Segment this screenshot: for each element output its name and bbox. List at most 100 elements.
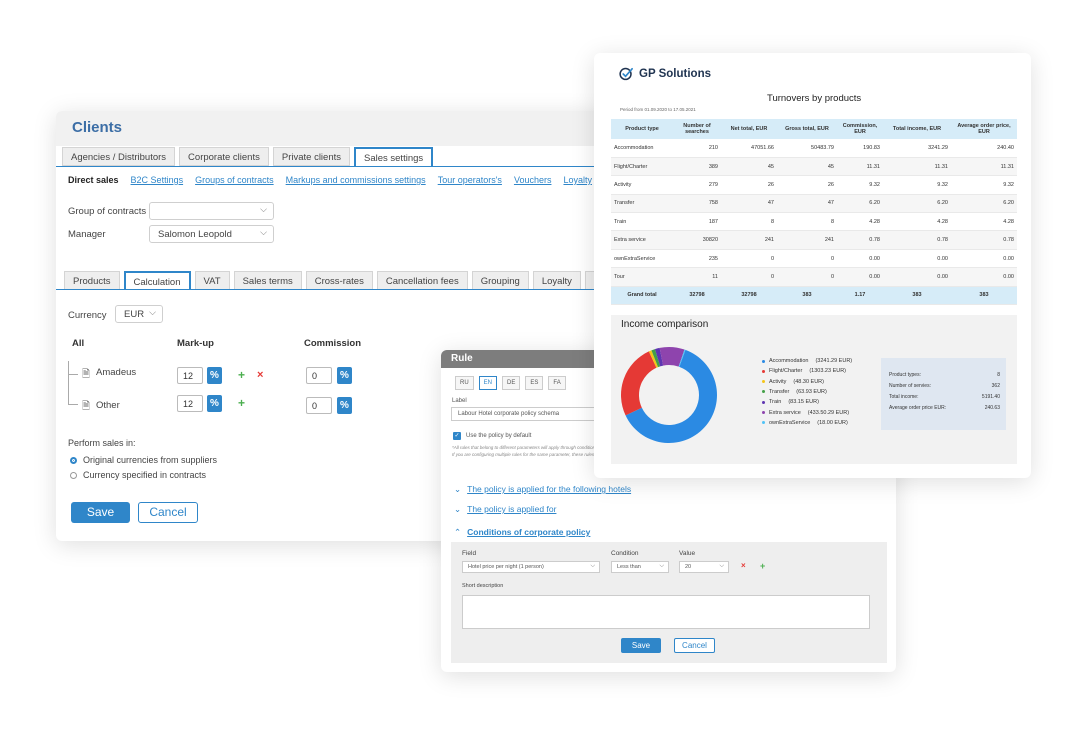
tab-private-clients[interactable]: Private clients xyxy=(272,147,350,166)
table-cell: 47 xyxy=(721,194,777,214)
currency-select[interactable]: EUR ⌵ xyxy=(115,305,163,323)
radio-original-currencies[interactable]: Original currencies from suppliers xyxy=(70,455,217,465)
table-cell: 0.00 xyxy=(951,267,1017,287)
link-b2c-settings[interactable]: B2C Settings xyxy=(131,175,184,185)
link-vouchers[interactable]: Vouchers xyxy=(514,175,552,185)
tab-agencies[interactable]: Agencies / Distributors xyxy=(62,147,176,166)
condition-label: Condition xyxy=(611,550,639,557)
tab-calculation[interactable]: Calculation xyxy=(123,271,191,290)
brand-logo: GP Solutions xyxy=(619,66,711,81)
tab-corporate-clients[interactable]: Corporate clients xyxy=(179,147,269,166)
label-input[interactable]: Labour Hotel corporate policy schema xyxy=(451,407,595,421)
total-cell: Grand total xyxy=(611,286,673,306)
link-tour-operators[interactable]: Tour operators's xyxy=(438,175,502,185)
close-icon[interactable]: × xyxy=(257,369,263,381)
tab-sales-settings[interactable]: Sales settings xyxy=(354,147,434,166)
report-title: Turnovers by products xyxy=(767,93,862,104)
total-cell: 32798 xyxy=(721,286,777,306)
th-gross-total: Gross total, EUR xyxy=(777,119,837,139)
link-loyalty[interactable]: Loyalty xyxy=(563,175,592,185)
table-row: Tour 11 0 0 0.00 0.00 0.00 xyxy=(611,267,1017,287)
income-title: Income comparison xyxy=(621,319,709,330)
close-icon[interactable]: × xyxy=(741,561,746,570)
accordion-hotels[interactable]: ⌄ The policy is applied for the followin… xyxy=(454,484,631,495)
rule-cancel-button[interactable]: Cancel xyxy=(674,638,715,653)
radio-contract-currency[interactable]: Currency specified in contracts xyxy=(70,470,206,480)
link-markups[interactable]: Markups and commissions settings xyxy=(286,175,426,185)
lang-en[interactable]: EN xyxy=(478,376,498,390)
col-markup: Mark-up xyxy=(177,338,214,349)
legend-amount: (63.93 EUR) xyxy=(796,388,827,395)
tab-grouping[interactable]: Grouping xyxy=(471,271,529,290)
summary-row: Product types: 8 xyxy=(889,372,1000,378)
manager-select[interactable]: Salomon Leopold ⌵ xyxy=(149,225,274,243)
tab-cross-rates[interactable]: Cross-rates xyxy=(305,271,373,290)
table-cell: 11.31 xyxy=(837,157,883,177)
table-cell: 26 xyxy=(721,175,777,195)
table-cell: 4.28 xyxy=(883,212,951,232)
lang-fa[interactable]: FA xyxy=(548,376,566,390)
table-cell: 279 xyxy=(673,175,721,195)
legend-amount: (433.50.29 EUR) xyxy=(807,409,850,416)
markup-input[interactable]: 12 xyxy=(177,395,203,412)
plus-icon[interactable]: + xyxy=(238,368,245,382)
default-policy-checkbox[interactable]: ✓ xyxy=(453,432,461,440)
legend-dot-icon xyxy=(762,380,765,384)
col-commission: Commission xyxy=(304,338,362,349)
table-cell: 8 xyxy=(777,212,837,232)
plus-icon[interactable]: + xyxy=(238,396,245,410)
field-select[interactable]: Hotel price per night (1 person) ⌵ xyxy=(462,561,600,573)
cancel-button[interactable]: Cancel xyxy=(138,502,198,523)
tab-products[interactable]: Products xyxy=(64,271,120,290)
link-direct-sales[interactable]: Direct sales xyxy=(68,175,119,185)
tab-loyalty[interactable]: Loyalty xyxy=(532,271,581,290)
chevron-down-icon: ⌵ xyxy=(659,563,664,569)
percent-toggle[interactable]: % xyxy=(207,367,222,384)
total-cell: 1.17 xyxy=(837,286,883,306)
calc-tabs: Products Calculation VAT Sales terms Cro… xyxy=(64,271,616,290)
table-cell: 241 xyxy=(721,230,777,250)
markup-input[interactable]: 12 xyxy=(177,367,203,384)
accordion-applied-for[interactable]: ⌄ The policy is applied for xyxy=(454,504,556,515)
radio-button xyxy=(70,471,77,479)
percent-toggle[interactable]: % xyxy=(207,395,222,412)
legend-item: Extra service (433.50.29 EUR) xyxy=(762,410,849,416)
table-row: Activity 279 26 26 9.32 9.32 9.32 xyxy=(611,175,1017,195)
tab-vat[interactable]: VAT xyxy=(194,271,230,290)
income-donut-chart xyxy=(621,347,717,443)
legend-item: Flight/Charter (1303.23 EUR) xyxy=(762,368,846,374)
summary-box: Product types: 8 Number of servies: 362 To… xyxy=(881,358,1006,430)
table-cell: 190.83 xyxy=(837,139,883,158)
table-row: ownExtraService 235 0 0 0.00 0.00 0.00 xyxy=(611,249,1017,269)
table-body: Accommodation 210 47051.66 50483.79 190.83 32… xyxy=(611,139,1017,306)
label-caption: Label xyxy=(452,398,467,404)
tree-line xyxy=(68,361,78,375)
condition-select[interactable]: Less than ⌵ xyxy=(611,561,669,573)
group-of-contracts-select[interactable]: ⌵ xyxy=(149,202,274,220)
subtabs-separator xyxy=(56,289,616,290)
legend-amount: (3241.29 EUR) xyxy=(815,358,853,364)
tab-cancellation-fees[interactable]: Cancellation fees xyxy=(376,271,468,290)
percent-toggle[interactable]: % xyxy=(337,397,352,414)
percent-toggle[interactable]: % xyxy=(337,367,352,384)
legend-item: ownExtraService (18.00 EUR) xyxy=(762,420,848,426)
th-net-total: Net total, EUR xyxy=(721,119,777,139)
tab-sales-terms[interactable]: Sales terms xyxy=(233,271,302,290)
th-product-type: Product type xyxy=(611,119,673,139)
plus-icon[interactable]: + xyxy=(760,561,765,571)
short-description-input[interactable] xyxy=(462,595,870,629)
lang-de[interactable]: DE xyxy=(502,376,521,390)
th-total-income: Total income, EUR xyxy=(883,119,951,139)
save-button[interactable]: Save xyxy=(71,502,130,523)
value-select[interactable]: 20 ⌵ xyxy=(679,561,729,573)
chevron-down-icon: ⌵ xyxy=(590,563,595,569)
lang-es[interactable]: ES xyxy=(525,376,544,390)
link-groups-of-contracts[interactable]: Groups of contracts xyxy=(195,175,274,185)
table-cell: 8 xyxy=(721,212,777,232)
commission-input[interactable]: 0 xyxy=(306,367,332,384)
commission-input[interactable]: 0 xyxy=(306,397,332,414)
accordion-conditions[interactable]: ⌃ Conditions of corporate policy xyxy=(454,527,590,538)
lang-ru[interactable]: RU xyxy=(455,376,474,390)
table-cell: 45 xyxy=(777,157,837,177)
rule-save-button[interactable]: Save xyxy=(621,638,661,653)
